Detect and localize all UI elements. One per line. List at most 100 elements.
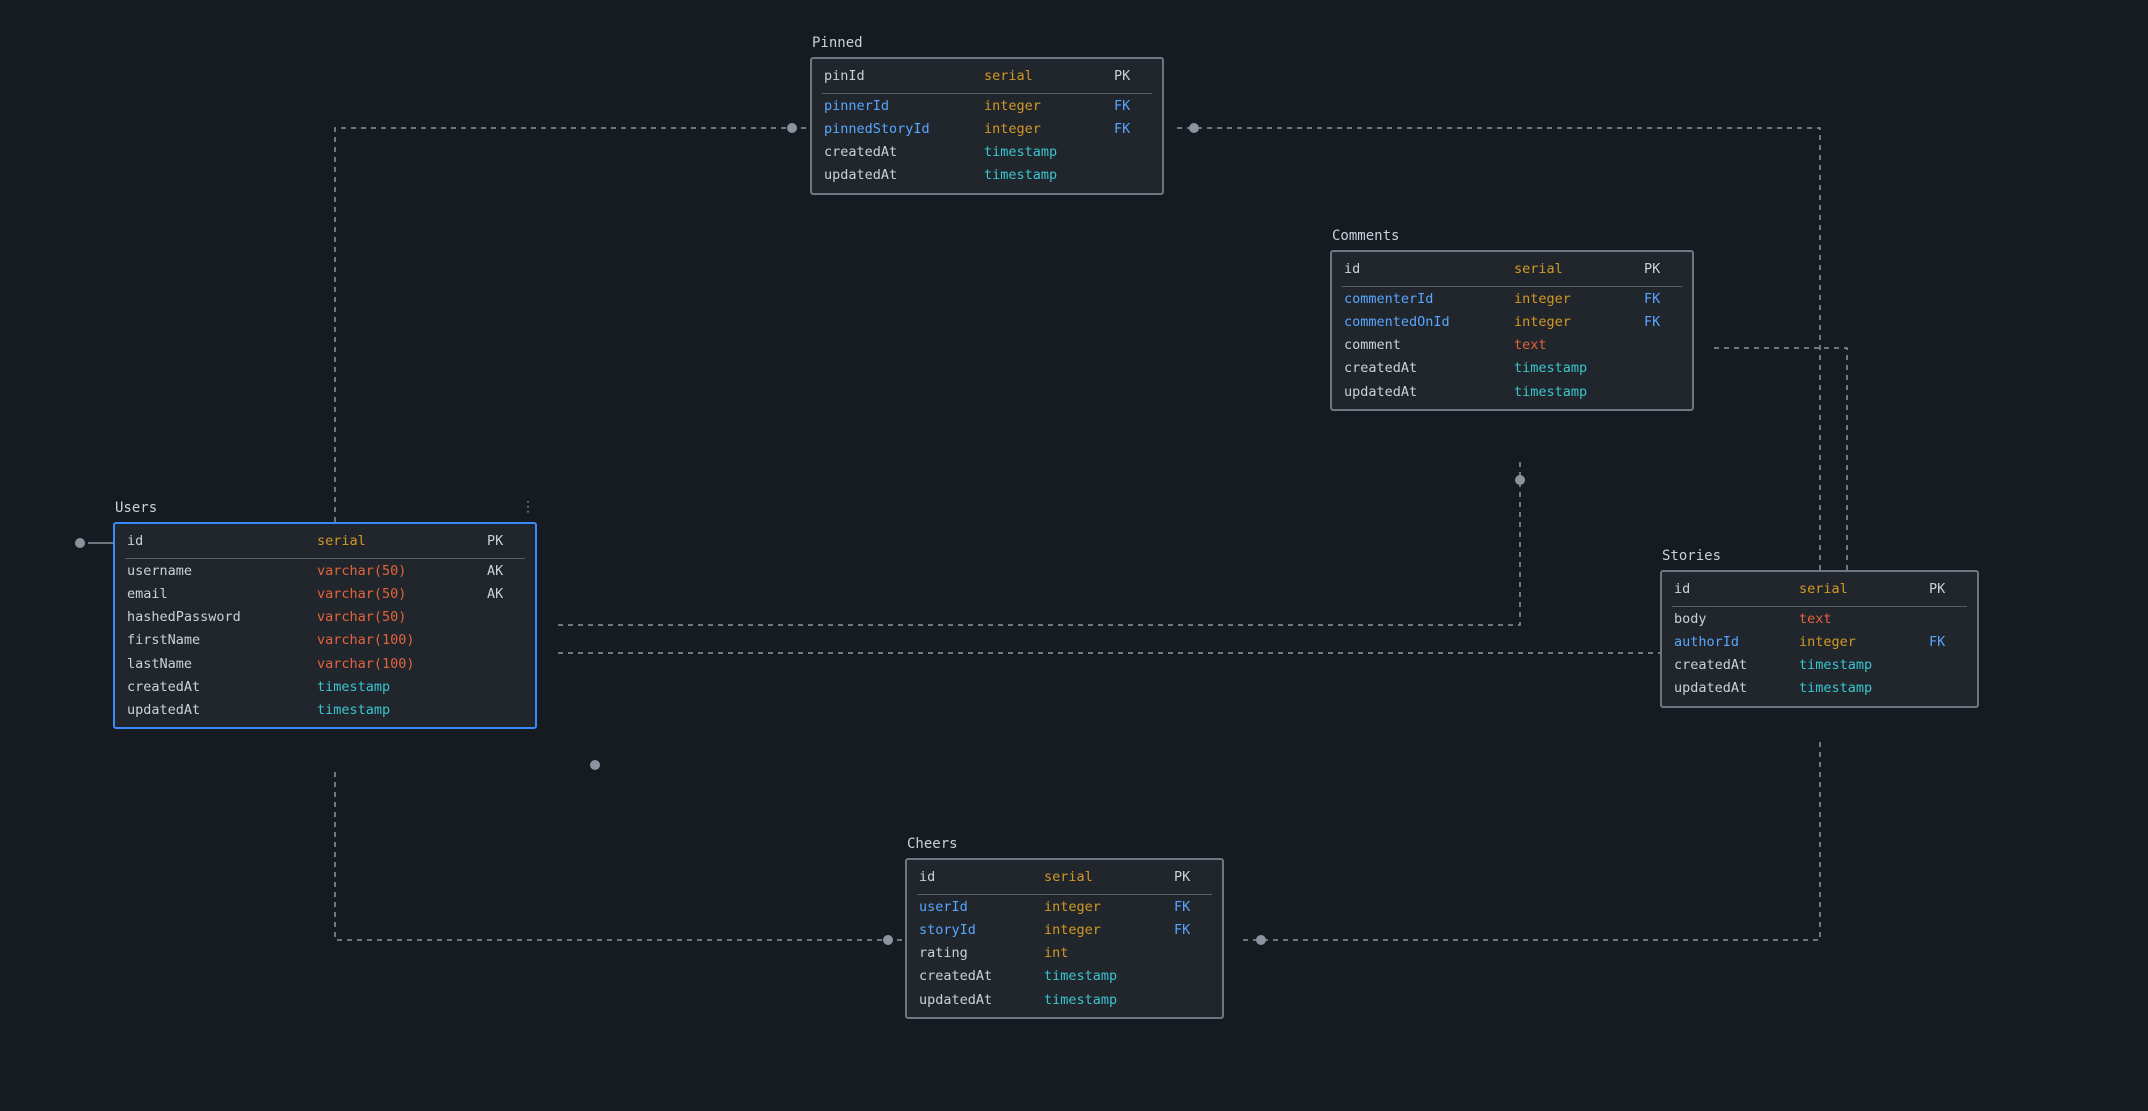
col-name: username	[127, 562, 317, 580]
column-row: pinnedStoryIdintegerFK	[812, 117, 1162, 140]
col-key: FK	[1174, 921, 1210, 939]
col-type: int	[1044, 944, 1174, 962]
col-type: varchar(50)	[317, 585, 487, 603]
col-type: timestamp	[1799, 679, 1929, 697]
entity-cheers[interactable]: Cheers id serial PK userIdintegerFKstory…	[905, 858, 1224, 1019]
col-name: commenterId	[1344, 290, 1514, 308]
col-name: id	[127, 532, 317, 550]
col-name: updatedAt	[127, 701, 317, 719]
pk-row: id serial PK	[1332, 252, 1692, 286]
col-type: integer	[984, 120, 1114, 138]
col-type: varchar(100)	[317, 631, 487, 649]
entity-pinned[interactable]: Pinned pinId serial PK pinnerIdintegerFK…	[810, 57, 1164, 195]
columns: usernamevarchar(50)AKemailvarchar(50)AKh…	[115, 559, 535, 727]
line-stories-cheers	[1243, 742, 1820, 940]
columns: userIdintegerFK storyIdintegerFK ratingint…	[907, 895, 1222, 1017]
column-row: createdAttimestamp	[907, 965, 1222, 988]
connector-dot	[1189, 123, 1199, 133]
col-key: PK	[1929, 580, 1965, 598]
col-name: updatedAt	[919, 991, 1044, 1009]
column-row: commenterIdintegerFK	[1332, 287, 1692, 310]
line-users-pinned	[335, 128, 810, 522]
line-stories-comments	[1710, 348, 1847, 570]
pk-row: id serial PK	[115, 524, 535, 558]
column-row: updatedAttimestamp	[1662, 677, 1977, 706]
connector-dot	[787, 123, 797, 133]
column-row: createdAttimestamp	[1662, 654, 1977, 677]
column-row: updatedAttimestamp	[115, 699, 535, 728]
column-row: commentedOnIdintegerFK	[1332, 310, 1692, 333]
col-type: varchar(50)	[317, 608, 487, 626]
col-type: integer	[1044, 898, 1174, 916]
col-type: integer	[1514, 313, 1644, 331]
column-row: hashedPasswordvarchar(50)	[115, 606, 535, 629]
entity-title: Pinned	[812, 35, 863, 51]
columns: bodytextauthorIdintegerFKcreatedAttimest…	[1662, 607, 1977, 705]
pk-row: id serial PK	[907, 860, 1222, 894]
col-name: authorId	[1674, 633, 1799, 651]
col-name: updatedAt	[1674, 679, 1799, 697]
col-key: FK	[1644, 290, 1680, 308]
col-name: id	[919, 868, 1044, 886]
col-name: email	[127, 585, 317, 603]
col-type: serial	[317, 532, 487, 550]
column-row: commenttext	[1332, 334, 1692, 357]
col-name: id	[1344, 260, 1514, 278]
line-users-comments	[558, 462, 1520, 625]
column-row: authorIdintegerFK	[1662, 630, 1977, 653]
col-name: createdAt	[127, 678, 317, 696]
col-key: PK	[1114, 67, 1150, 85]
column-row: userIdintegerFK	[907, 895, 1222, 918]
col-type: integer	[1799, 633, 1929, 651]
entity-comments[interactable]: Comments id serial PK commenterIdinteger…	[1330, 250, 1694, 411]
col-key: PK	[1174, 868, 1210, 886]
pk-row: pinId serial PK	[812, 59, 1162, 93]
column-row: updatedAttimestamp	[1332, 380, 1692, 409]
col-type: varchar(50)	[317, 562, 487, 580]
col-type: timestamp	[317, 678, 487, 696]
entity-stories[interactable]: Stories id serial PK bodytextauthorIdint…	[1660, 570, 1979, 708]
col-name: createdAt	[1344, 359, 1514, 377]
connector-dot	[883, 935, 893, 945]
col-key: FK	[1174, 898, 1210, 916]
col-type: timestamp	[1799, 656, 1929, 674]
col-name: createdAt	[919, 967, 1044, 985]
col-key: FK	[1114, 120, 1150, 138]
column-row: createdAttimestamp	[1332, 357, 1692, 380]
col-key: AK	[487, 585, 523, 603]
col-type: text	[1799, 610, 1929, 628]
col-name: pinId	[824, 67, 984, 85]
diagram-canvas[interactable]: Pinned pinId serial PK pinnerIdintegerFK…	[0, 0, 2148, 1111]
col-name: hashedPassword	[127, 608, 317, 626]
more-vertical-icon[interactable]: ⋮	[521, 500, 535, 514]
column-row: bodytext	[1662, 607, 1977, 630]
col-name: updatedAt	[824, 166, 984, 184]
entity-users[interactable]: Users ⋮ id serial PK usernamevarchar(50)…	[113, 522, 537, 729]
col-type: serial	[1514, 260, 1644, 278]
column-row: emailvarchar(50)AK	[115, 582, 535, 605]
col-name: body	[1674, 610, 1799, 628]
pk-row: id serial PK	[1662, 572, 1977, 606]
column-row: pinnerIdintegerFK	[812, 94, 1162, 117]
col-type: text	[1514, 336, 1644, 354]
col-name: comment	[1344, 336, 1514, 354]
col-name: pinnerId	[824, 97, 984, 115]
col-type: serial	[984, 67, 1114, 85]
col-type: integer	[984, 97, 1114, 115]
col-type: integer	[1514, 290, 1644, 308]
column-row: createdAttimestamp	[115, 675, 535, 698]
col-type: timestamp	[1514, 383, 1644, 401]
col-type: serial	[1799, 580, 1929, 598]
column-row: createdAttimestamp	[812, 141, 1162, 164]
col-name: storyId	[919, 921, 1044, 939]
columns: pinnerIdintegerFKpinnedStoryIdintegerFKc…	[812, 94, 1162, 192]
column-row: lastNamevarchar(100)	[115, 652, 535, 675]
col-type: timestamp	[1514, 359, 1644, 377]
col-type: timestamp	[1044, 991, 1174, 1009]
col-name: rating	[919, 944, 1044, 962]
line-users-cheers	[335, 772, 905, 940]
col-type: timestamp	[984, 166, 1114, 184]
entity-title: Stories	[1662, 548, 1721, 564]
col-key: FK	[1114, 97, 1150, 115]
col-type: varchar(100)	[317, 655, 487, 673]
